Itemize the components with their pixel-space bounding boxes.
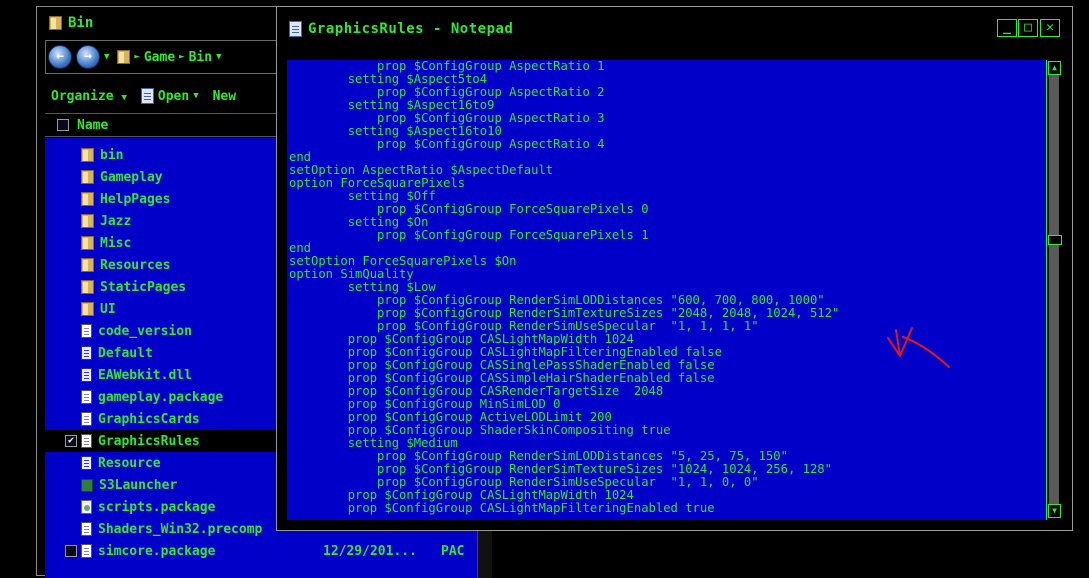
annotation-overlay [887,327,950,368]
annotation-mark [887,327,950,368]
